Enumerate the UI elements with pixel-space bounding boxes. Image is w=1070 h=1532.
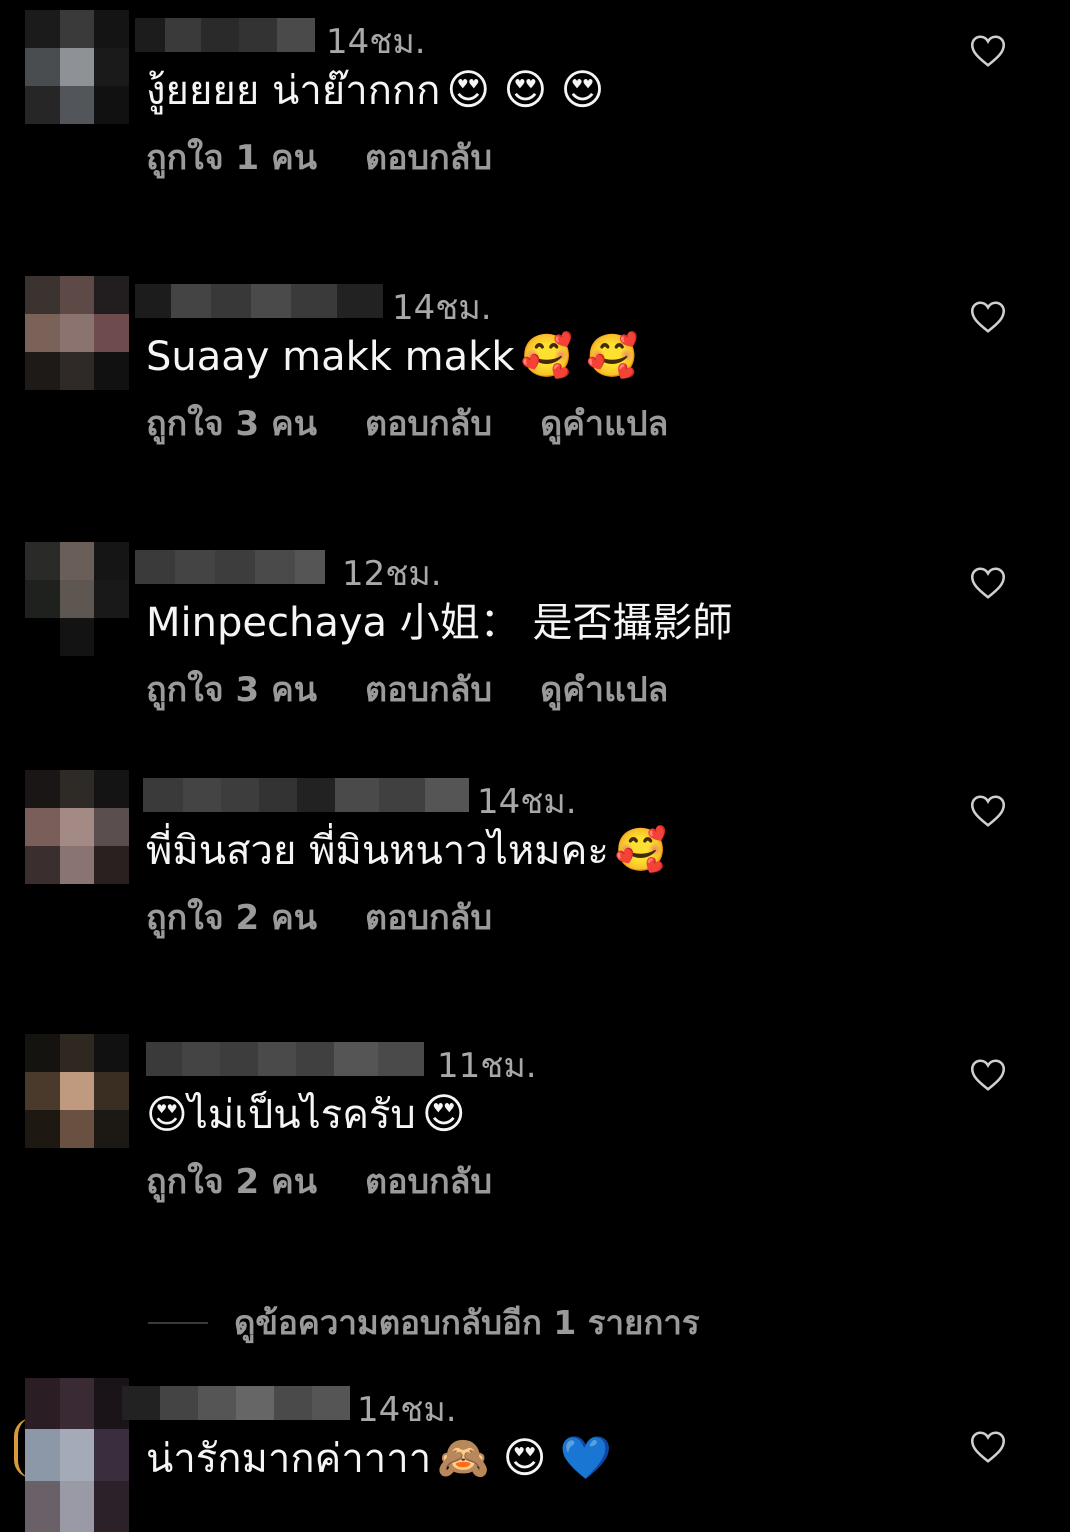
comment-body: 😍ไม่เป็นไรครับ: [146, 1092, 416, 1138]
see-translation-button[interactable]: ดูคำแปล: [540, 662, 668, 716]
avatar[interactable]: [25, 542, 129, 656]
reply-button[interactable]: ตอบกลับ: [365, 662, 492, 716]
username-blurred[interactable]: [143, 778, 469, 812]
comment-emoji: 😍: [421, 1089, 466, 1138]
comment-time: 14ชม.: [326, 22, 426, 62]
comment-actions: ถูกใจ 3 คน ตอบกลับ ดูคำแปล: [146, 662, 668, 716]
comment-actions: ถูกใจ 2 คน ตอบกลับ: [146, 890, 492, 944]
username-blurred[interactable]: [135, 284, 383, 318]
view-more-replies-button[interactable]: ดูข้อความตอบกลับอีก 1 รายการ: [148, 1296, 700, 1349]
likes-count[interactable]: ถูกใจ 2 คน: [146, 890, 317, 944]
heart-outline-icon[interactable]: [970, 566, 1006, 600]
reply-button[interactable]: ตอบกลับ: [365, 130, 492, 184]
comment-time: 14ชม.: [477, 782, 577, 822]
see-translation-button[interactable]: ดูคำแปล: [540, 396, 668, 450]
comment-time: 11ชม.: [437, 1046, 537, 1086]
heart-outline-icon[interactable]: [970, 1058, 1006, 1092]
avatar[interactable]: [25, 276, 129, 390]
comment-time: 14ชม.: [392, 288, 492, 328]
comment-emoji: 🥰 🥰: [520, 331, 639, 380]
comment-time: 12ชม.: [342, 554, 442, 594]
comment-text: 😍ไม่เป็นไรครับ 😍: [146, 1086, 466, 1143]
heart-outline-icon[interactable]: [970, 300, 1006, 334]
comment-emoji: 😍 😍 😍: [446, 65, 605, 114]
reply-button[interactable]: ตอบกลับ: [365, 396, 492, 450]
username-blurred[interactable]: [122, 1386, 350, 1420]
comment-actions: ถูกใจ 3 คน ตอบกลับ ดูคำแปล: [146, 396, 668, 450]
comment-body: พี่มินสวย พี่มินหนาวไหมคะ: [146, 828, 609, 874]
avatar[interactable]: [25, 770, 129, 884]
heart-outline-icon[interactable]: [970, 794, 1006, 828]
comment-body: งู้ยยยย น่าย๊ากกก: [146, 68, 441, 114]
comment-actions: ถูกใจ 2 คน ตอบกลับ: [146, 1154, 492, 1208]
reply-button[interactable]: ตอบกลับ: [365, 890, 492, 944]
comment-text: งู้ยยยย น่าย๊ากกก 😍 😍 😍: [146, 62, 604, 119]
avatar[interactable]: [25, 1034, 129, 1148]
comment-time: 14ชม.: [357, 1390, 457, 1430]
avatar[interactable]: [25, 1378, 129, 1532]
comment-emoji: 🙈 😍 💙: [437, 1433, 613, 1482]
username-blurred[interactable]: [135, 550, 325, 584]
comment-text: พี่มินสวย พี่มินหนาวไหมคะ 🥰: [146, 822, 667, 879]
comment-text: Suaay makk makk 🥰 🥰: [146, 328, 638, 385]
comment-emoji: 🥰: [614, 825, 668, 874]
avatar[interactable]: [25, 10, 129, 124]
reply-button[interactable]: ตอบกลับ: [365, 1154, 492, 1208]
likes-count[interactable]: ถูกใจ 2 คน: [146, 1154, 317, 1208]
comment-body: น่ารักมากค่าาาา: [146, 1436, 432, 1482]
likes-count[interactable]: ถูกใจ 1 คน: [146, 130, 317, 184]
view-more-replies-label: ดูข้อความตอบกลับอีก 1 รายการ: [234, 1303, 700, 1342]
divider: [148, 1321, 208, 1324]
username-blurred[interactable]: [135, 18, 315, 52]
comment-actions: ถูกใจ 1 คน ตอบกลับ: [146, 130, 492, 184]
comment-text: Minpechaya 小姐： 是否攝影師: [146, 594, 738, 651]
comment-text: น่ารักมากค่าาาา 🙈 😍 💙: [146, 1430, 612, 1487]
likes-count[interactable]: ถูกใจ 3 คน: [146, 662, 317, 716]
comment-body: Minpechaya 小姐： 是否攝影師: [146, 600, 733, 646]
comment-body: Suaay makk makk: [146, 334, 515, 380]
heart-outline-icon[interactable]: [970, 1430, 1006, 1464]
username-blurred[interactable]: [146, 1042, 424, 1076]
likes-count[interactable]: ถูกใจ 3 คน: [146, 396, 317, 450]
heart-outline-icon[interactable]: [970, 34, 1006, 68]
